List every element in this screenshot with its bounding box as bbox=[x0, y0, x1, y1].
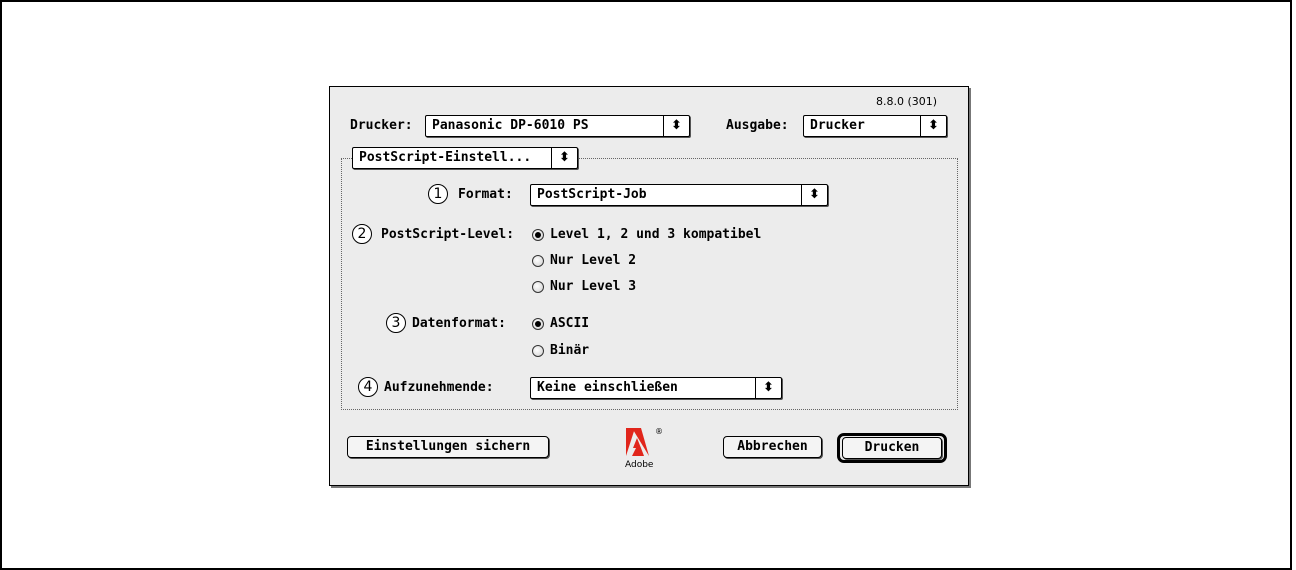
printer-popup[interactable]: Panasonic DP-6010 PS ⬍ bbox=[425, 115, 690, 137]
format-popup-value: PostScript-Job bbox=[537, 187, 647, 202]
radio-binary[interactable] bbox=[532, 345, 544, 357]
printer-popup-value: Panasonic DP-6010 PS bbox=[432, 118, 589, 133]
callout-number-3: 3 bbox=[386, 313, 406, 333]
radio-level-2-only[interactable] bbox=[532, 255, 544, 267]
callout-number-1: 1 bbox=[428, 184, 448, 204]
radio-level-3-only[interactable] bbox=[532, 281, 544, 293]
output-popup-value: Drucker bbox=[810, 118, 865, 133]
callout-number-4: 4 bbox=[358, 377, 378, 397]
up-down-arrows-icon: ⬍ bbox=[801, 185, 827, 205]
callout-number-2: 2 bbox=[352, 224, 372, 244]
radio-level-compatible-label[interactable]: Level 1, 2 und 3 kompatibel bbox=[550, 227, 761, 243]
output-popup[interactable]: Drucker ⬍ bbox=[803, 115, 947, 137]
up-down-arrows-icon: ⬍ bbox=[755, 378, 781, 398]
radio-ascii[interactable] bbox=[532, 318, 544, 330]
registered-mark: ® bbox=[655, 427, 663, 436]
data-format-label: Datenformat: bbox=[412, 316, 506, 331]
adobe-logo-text: Adobe bbox=[625, 460, 654, 470]
cancel-button[interactable]: Abbrechen bbox=[723, 436, 822, 458]
include-popup-value: Keine einschließen bbox=[537, 380, 678, 395]
postscript-level-label: PostScript-Level: bbox=[381, 227, 515, 242]
radio-ascii-label[interactable]: ASCII bbox=[550, 316, 589, 332]
version-label: 8.8.0 (301) bbox=[876, 95, 938, 108]
format-label: Format: bbox=[458, 187, 513, 202]
radio-level-3-only-label[interactable]: Nur Level 3 bbox=[550, 279, 636, 295]
section-popup[interactable]: PostScript-Einstell... ⬍ bbox=[352, 147, 578, 169]
radio-level-compatible[interactable] bbox=[532, 229, 544, 241]
up-down-arrows-icon: ⬍ bbox=[551, 148, 577, 168]
output-label: Ausgabe: bbox=[726, 118, 789, 133]
up-down-arrows-icon: ⬍ bbox=[920, 116, 946, 136]
up-down-arrows-icon: ⬍ bbox=[663, 116, 689, 136]
print-button[interactable]: Drucken bbox=[842, 437, 942, 459]
format-popup[interactable]: PostScript-Job ⬍ bbox=[530, 184, 828, 206]
radio-level-2-only-label[interactable]: Nur Level 2 bbox=[550, 253, 636, 269]
section-popup-value: PostScript-Einstell... bbox=[359, 150, 532, 165]
include-popup[interactable]: Keine einschließen ⬍ bbox=[530, 377, 782, 399]
printer-label: Drucker: bbox=[350, 118, 413, 133]
include-label: Aufzunehmende: bbox=[384, 380, 494, 395]
radio-binary-label[interactable]: Binär bbox=[550, 343, 589, 359]
save-settings-button[interactable]: Einstellungen sichern bbox=[347, 436, 549, 458]
